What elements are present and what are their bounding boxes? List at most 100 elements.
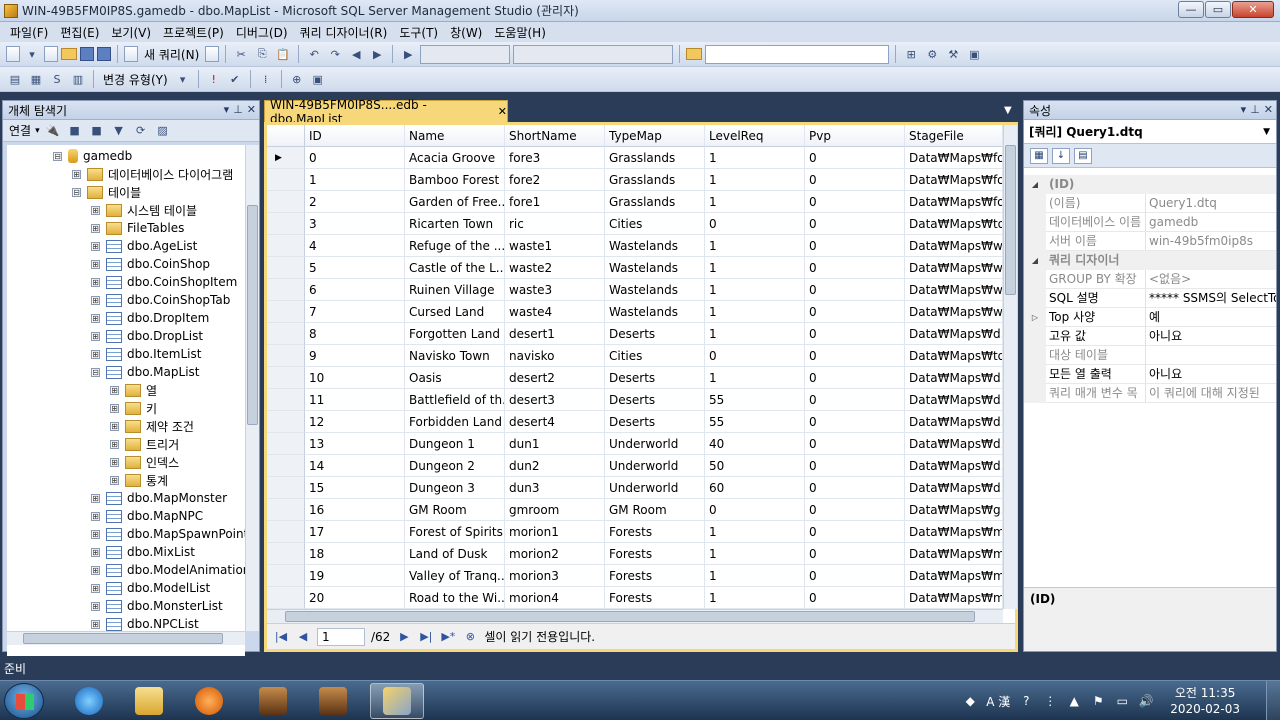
property-row[interactable]: 고유 값 아니요 [1024,327,1276,346]
tree-node[interactable]: ⊞ dbo.CoinShop [91,255,210,273]
table-cell[interactable]: 0 [305,147,405,169]
expand-icon[interactable]: ⊞ [91,313,100,323]
help-icon[interactable]: ? [1018,693,1034,709]
table-row[interactable]: 4 Refuge of the ... waste1 Wastelands 1 0 Data… [267,235,1003,257]
table-row[interactable]: 11 Battlefield of th... desert3 Deserts 55 0 D… [267,389,1003,411]
tree-node[interactable]: ⊞ 열 [110,381,157,399]
tree-node[interactable]: ⊞ 데이터베이스 다이어그램 [72,165,233,183]
panel-menu-icon[interactable]: ▾ [1241,103,1247,116]
start-button[interactable] [4,683,44,719]
tab-close-icon[interactable]: ✕ [498,105,507,118]
expand-icon[interactable]: ⊞ [91,529,100,539]
table-cell[interactable]: waste3 [505,279,605,301]
stop-icon[interactable]: ⊗ [462,629,478,645]
menu-help[interactable]: 도움말(H) [488,24,552,41]
properties-object-selector[interactable]: [쿼리] Query1.dtq ▼ [1024,120,1276,144]
table-cell[interactable]: 0 [805,587,905,609]
table-cell[interactable]: Bamboo Forest [405,169,505,191]
table-cell[interactable]: Data₩Maps₩d... [905,323,1003,345]
row-selector[interactable] [267,367,305,389]
menu-file[interactable]: 파일(F) [4,24,54,41]
table-row[interactable]: 12 Forbidden Land desert4 Deserts 55 0 Data₩Ma… [267,411,1003,433]
table-cell[interactable]: 0 [805,433,905,455]
tree-node[interactable]: ⊞ dbo.CoinShopTab [91,291,230,309]
expand-icon[interactable]: ⊞ [91,277,100,287]
table-cell[interactable]: 0 [705,213,805,235]
table-cell[interactable]: Data₩Maps₩d... [905,477,1003,499]
tree-node[interactable]: ⊞ dbo.CoinShopItem [91,273,237,291]
tree-node[interactable]: ⊞ dbo.MapSpawnPoint [91,525,245,543]
table-cell[interactable]: 17 [305,521,405,543]
disconnect-icon[interactable]: ■ [66,122,84,140]
expand-icon[interactable]: ⊞ [91,565,100,575]
action-center-icon[interactable]: ⚑ [1090,693,1106,709]
table-row[interactable]: 2 Garden of Free... fore1 Grasslands 1 0 Data₩… [267,191,1003,213]
new-query-icon[interactable] [124,46,138,62]
table-row[interactable]: 6 Ruinen Village waste3 Wastelands 1 0 Data₩Ma… [267,279,1003,301]
property-value[interactable]: 아니요 [1146,327,1276,346]
collapse-icon[interactable]: ⊟ [53,151,62,161]
table-row[interactable]: 10 Oasis desert2 Deserts 1 0 Data₩Maps₩d... [267,367,1003,389]
tree-node[interactable]: ⊞ 키 [110,399,157,417]
table-cell[interactable]: navisko [505,345,605,367]
open-file-icon[interactable] [61,48,77,60]
tree-node[interactable]: ⊞ 시스템 테이블 [91,201,197,219]
pin-icon[interactable]: ⊥ [1250,103,1260,116]
tree-horizontal-scrollbar[interactable] [7,631,245,645]
property-pages-icon[interactable]: ▤ [1074,147,1092,164]
table-row[interactable]: 1 Bamboo Forest fore2 Grasslands 1 0 Data₩Maps… [267,169,1003,191]
property-category[interactable]: ◢ (ID) [1024,175,1276,194]
table-cell[interactable]: 0 [805,213,905,235]
table-cell[interactable]: 55 [705,411,805,433]
table-cell[interactable]: 14 [305,455,405,477]
filter-icon[interactable]: ▼ [110,122,128,140]
scrollbar-thumb[interactable] [1005,145,1016,295]
grid-horizontal-scrollbar[interactable] [267,609,1003,623]
table-cell[interactable]: 0 [805,565,905,587]
row-selector[interactable] [267,345,305,367]
property-row[interactable]: GROUP BY 확장 <없음> [1024,270,1276,289]
table-cell[interactable]: 7 [305,301,405,323]
table-cell[interactable]: fore2 [505,169,605,191]
table-cell[interactable]: Battlefield of th... [405,389,505,411]
table-row[interactable]: 17 Forest of Spirits morion1 Forests 1 0 Data₩… [267,521,1003,543]
table-cell[interactable]: 5 [305,257,405,279]
show-criteria-pane-icon[interactable]: ▦ [27,70,45,88]
table-cell[interactable]: desert1 [505,323,605,345]
table-cell[interactable]: 1 [305,169,405,191]
row-selector[interactable] [267,411,305,433]
table-cell[interactable]: 1 [705,543,805,565]
table-cell[interactable]: Forests [605,521,705,543]
table-cell[interactable]: Data₩Maps₩w... [905,257,1003,279]
table-row[interactable]: 13 Dungeon 1 dun1 Underworld 40 0 Data₩Maps₩d.… [267,433,1003,455]
table-cell[interactable]: Garden of Free... [405,191,505,213]
redo-icon[interactable]: ↷ [326,45,344,63]
property-value[interactable]: <없음> [1146,270,1276,289]
cut-icon[interactable]: ✂ [232,45,250,63]
row-selector[interactable] [267,477,305,499]
table-cell[interactable]: 0 [705,345,805,367]
table-cell[interactable]: Data₩Maps₩m... [905,587,1003,609]
table-cell[interactable]: Data₩Maps₩to... [905,345,1003,367]
table-cell[interactable]: 1 [705,257,805,279]
row-selector[interactable] [267,455,305,477]
column-header[interactable]: StageFile [905,125,1003,147]
close-icon[interactable]: ✕ [1264,103,1273,116]
property-row[interactable]: 쿼리 매개 변수 목이 쿼리에 대해 지정된 [1024,384,1276,403]
table-cell[interactable]: dun2 [505,455,605,477]
table-cell[interactable]: GM Room [405,499,505,521]
table-cell[interactable]: morion2 [505,543,605,565]
row-selector[interactable] [267,521,305,543]
row-selector[interactable] [267,323,305,345]
table-cell[interactable]: 0 [805,257,905,279]
add-table-icon[interactable]: ⊕ [288,70,306,88]
document-list-dropdown-icon[interactable]: ▼ [1004,105,1012,116]
tree-node[interactable]: ⊞ dbo.DropItem [91,309,209,327]
menu-debug[interactable]: 디버그(D) [230,24,294,41]
document-tab[interactable]: WIN-49B5FM0IP8S....edb - dbo.MapList ✕ [264,98,508,126]
table-cell[interactable]: waste1 [505,235,605,257]
table-cell[interactable]: 0 [805,411,905,433]
chevron-down-icon[interactable]: ▼ [1263,127,1270,137]
table-cell[interactable]: Wastelands [605,257,705,279]
expand-icon[interactable]: ⊞ [110,457,119,467]
